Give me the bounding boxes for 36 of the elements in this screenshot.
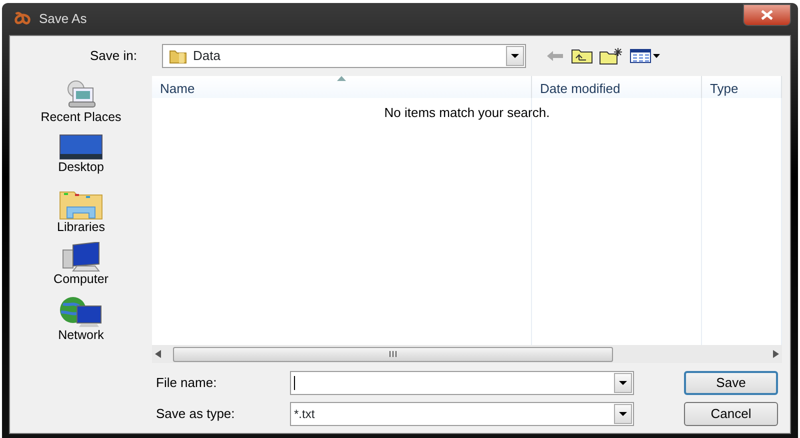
- dropdown-arrow-icon[interactable]: [619, 412, 627, 416]
- place-item[interactable]: Recent Places: [40, 80, 122, 132]
- column-header[interactable]: Type: [702, 76, 782, 98]
- dialog-button[interactable]: Cancel: [684, 402, 778, 426]
- close-button[interactable]: [743, 4, 791, 26]
- save-in-label: Save in:: [90, 47, 138, 66]
- file-name-field[interactable]: [290, 371, 634, 395]
- place-item[interactable]: Network: [58, 296, 104, 348]
- column-header[interactable]: Name: [152, 76, 532, 98]
- dropdown-arrow-icon[interactable]: [619, 381, 627, 385]
- column-header[interactable]: Date modified: [532, 76, 702, 98]
- dialog-button[interactable]: Save: [684, 371, 778, 395]
- file-name-label: File name:: [156, 374, 218, 392]
- scroll-right-icon[interactable]: [773, 350, 779, 358]
- view-menu-icon[interactable]: [630, 49, 660, 63]
- save-as-type-dropdown[interactable]: *.txt: [290, 402, 634, 426]
- up-folder-icon[interactable]: [570, 48, 592, 64]
- empty-message: No items match your search.: [384, 105, 550, 120]
- new-folder-icon[interactable]: [599, 47, 623, 65]
- scroll-left-icon[interactable]: [155, 350, 161, 358]
- app-icon: [13, 11, 33, 27]
- place-item[interactable]: Libraries: [57, 188, 105, 240]
- dropdown-arrow-icon[interactable]: [511, 54, 519, 58]
- sort-arrow-icon: [337, 76, 346, 81]
- save-in-dropdown[interactable]: Data: [162, 44, 526, 68]
- scrollbar-thumb[interactable]: [173, 346, 613, 362]
- place-item[interactable]: Computer: [54, 242, 108, 294]
- save-in-value: Data: [193, 47, 220, 66]
- place-item[interactable]: Desktop: [58, 134, 104, 186]
- network-icon: [59, 296, 103, 328]
- horizontal-scrollbar[interactable]: [152, 345, 782, 363]
- close-icon: [761, 10, 773, 20]
- desktop-icon: [58, 134, 103, 160]
- window-title: Save As: [39, 10, 87, 28]
- save-as-type-label: Save as type:: [156, 404, 236, 423]
- folder-icon: [169, 48, 187, 64]
